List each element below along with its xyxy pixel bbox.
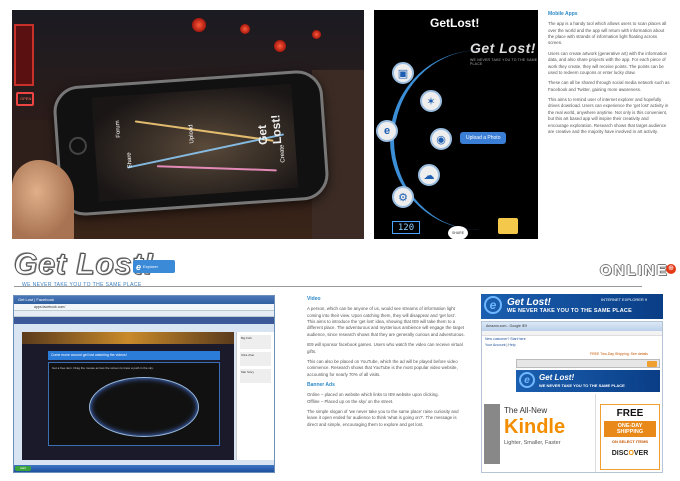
amazon-search-bar[interactable] xyxy=(516,359,660,368)
help-link[interactable]: Help xyxy=(508,343,515,347)
kindle-device-image xyxy=(484,404,500,464)
sidebar-ad[interactable]: Big Fish xyxy=(240,335,271,349)
free-shipping-promo[interactable]: FREE Two-Day Shipping: See details xyxy=(590,352,648,356)
sidebar-ad[interactable]: Ultra chat xyxy=(240,352,271,366)
game-canvas[interactable]: Come move around get lost watching the v… xyxy=(22,332,234,460)
banner-tagline: WE NEVER TAKE YOU TO THE SAME PLACE xyxy=(22,282,142,288)
kindle-promo[interactable]: The All-New Kindle Lighter, Smaller, Fas… xyxy=(484,394,596,472)
ie-badge-label: Explorer xyxy=(143,264,158,269)
phone-upload-button: Upload xyxy=(188,124,196,144)
home-button xyxy=(68,136,88,156)
app-title: GetLost! xyxy=(430,16,480,30)
your-account-link[interactable]: Your Account xyxy=(485,343,506,347)
upload-photo-button[interactable]: Upload a Photo xyxy=(460,132,507,144)
discover-logo: DISCOVER xyxy=(601,450,659,457)
ad-logo: Get Lost! xyxy=(507,297,551,308)
mobile-apps-paragraph: The app is a handy tool which allows use… xyxy=(548,21,667,46)
section-title: ONLINE xyxy=(600,262,669,279)
mobile-apps-paragraph: These can all be shared through social m… xyxy=(548,80,670,92)
photo-frame-icon[interactable]: ▣ xyxy=(392,62,414,84)
banner-ads-paragraph: Online – placed on website which links t… xyxy=(307,392,439,404)
ie-logo-icon: e xyxy=(519,372,535,388)
video-heading: Video xyxy=(307,296,321,302)
start-button[interactable]: start xyxy=(15,466,31,471)
discover-logo-part: VER xyxy=(633,450,649,457)
amazon-page-screenshot: Amazon.com - Google IE9 New customer? St… xyxy=(481,321,663,473)
browser-title-bar: Get Lost | Facebook xyxy=(14,296,274,304)
browser-address-bar[interactable]: apps.facebook.com/ xyxy=(14,304,274,311)
video-paragraph: IE9 will sponsor facebook games. Users w… xyxy=(307,342,463,354)
ad-slogan: WE NEVER TAKE YOU TO THE SAME PLACE xyxy=(507,308,632,314)
section-divider xyxy=(14,286,642,287)
video-paragraph: A person, which can be anyone of us, wou… xyxy=(307,306,465,337)
ie-logo-icon[interactable]: e xyxy=(376,120,398,142)
video-description: Video A person, which can be anyone of u… xyxy=(307,296,465,432)
video-dialog[interactable]: Get a free item. Drag the mouse across t… xyxy=(48,362,220,446)
game-toolbar xyxy=(22,332,234,344)
kindle-subtitle: Lighter, Smaller, Faster xyxy=(504,440,561,446)
settings-icon[interactable]: ⚙ xyxy=(392,186,414,208)
light-streak xyxy=(134,120,274,142)
facebook-header xyxy=(14,317,274,324)
light-streaks-video xyxy=(89,377,199,437)
folder-icon[interactable] xyxy=(498,218,518,234)
ad-product: INTERNET EXPLORER 9 xyxy=(601,297,648,302)
open-sign-label: OPEN xyxy=(20,96,32,101)
mobile-apps-paragraph: This aims to remind user of internet exp… xyxy=(548,97,669,134)
windows-taskbar: start xyxy=(14,465,274,472)
ie-badge: e Explorer xyxy=(133,260,175,273)
amazon-window-title: Amazon.com - Google IE9 xyxy=(482,322,662,331)
ie-logo-icon: e xyxy=(484,296,502,314)
lantern xyxy=(312,30,321,39)
phone-app-logo: Get Lost! xyxy=(254,114,285,146)
facebook-game-browser-screenshot: Get Lost | Facebook apps.facebook.com/ C… xyxy=(13,295,275,473)
deal-free: FREE xyxy=(616,408,644,419)
game-subtext: Get a free item. Drag the mouse across t… xyxy=(52,366,154,370)
amazon-account-links: Your Account | Help xyxy=(485,343,516,347)
kindle-allnew: The All-New xyxy=(504,406,548,415)
ie-logo-icon: e xyxy=(136,261,142,272)
ie9-banner-ad[interactable]: e Get Lost! INTERNET EXPLORER 9 WE NEVER… xyxy=(481,294,663,319)
smartphone: Get Lost! Forum Share Upload Create xyxy=(51,68,331,218)
new-customer-link[interactable]: New customer? Start here xyxy=(485,337,526,341)
phone-create-button: Create xyxy=(279,144,287,163)
phone-forum-button: Forum xyxy=(114,120,123,138)
hand xyxy=(12,160,74,239)
deal-oneday: ONE-DAY SHIPPING xyxy=(604,421,656,437)
one-day-shipping-ad[interactable]: FREE ONE-DAY SHIPPING ON SELECT ITEMS DI… xyxy=(600,404,660,470)
light-streak xyxy=(156,165,277,172)
deal-select-items: ON SELECT ITEMS xyxy=(611,439,649,444)
mobile-apps-paragraph: Users can create artwork (generative art… xyxy=(548,50,668,75)
cloud-icon[interactable]: ☁ xyxy=(418,164,440,186)
banner-ads-paragraph: The simple slogan of 'we never take you … xyxy=(307,409,459,427)
search-go-button[interactable] xyxy=(647,361,657,367)
discover-logo-part: DISC xyxy=(611,450,629,457)
mobile-apps-description: Mobile Apps The app is a handy tool whic… xyxy=(548,11,670,139)
points-counter: 120 xyxy=(392,221,420,234)
game-instruction: Come move around get lost watching the v… xyxy=(48,351,220,360)
lantern xyxy=(192,18,206,32)
phone-share-button: Share xyxy=(126,152,134,169)
banner-ads-heading: Banner Ads xyxy=(307,382,335,388)
camera-icon[interactable]: ◉ xyxy=(430,128,452,150)
phone-in-hand-photo: OPEN Get Lost! Forum Share Upload Create xyxy=(12,10,364,239)
phone-screen: Get Lost! Forum Share Upload Create xyxy=(91,83,299,202)
video-paragraph: This can also be placed on YouTube, whic… xyxy=(307,358,458,377)
embedded-ad-slogan: WE NEVER TAKE YOU TO THE SAME PLACE xyxy=(539,383,625,388)
embedded-ad-logo: Get Lost! xyxy=(539,373,575,382)
app-screen-mockup: GetLost! Get Lost! WE NEVER TAKE YOU TO … xyxy=(374,10,538,239)
lantern xyxy=(274,40,286,52)
chinese-shop-sign xyxy=(14,24,34,86)
section-marker-icon: ⊕ xyxy=(666,264,676,274)
ie9-embedded-ad[interactable]: e Get Lost! WE NEVER TAKE YOU TO THE SAM… xyxy=(516,370,660,392)
mobile-apps-heading: Mobile Apps xyxy=(548,11,578,17)
facebook-sidebar: Big Fish Ultra chat Mar Story xyxy=(236,332,274,460)
open-sign: OPEN xyxy=(16,92,34,106)
sidebar-ad[interactable]: Mar Story xyxy=(240,369,271,383)
kindle-title: Kindle xyxy=(504,416,566,438)
compass-icon[interactable]: ✶ xyxy=(420,90,442,112)
lantern xyxy=(240,24,250,34)
share-bubble[interactable]: SHARE xyxy=(448,226,468,239)
